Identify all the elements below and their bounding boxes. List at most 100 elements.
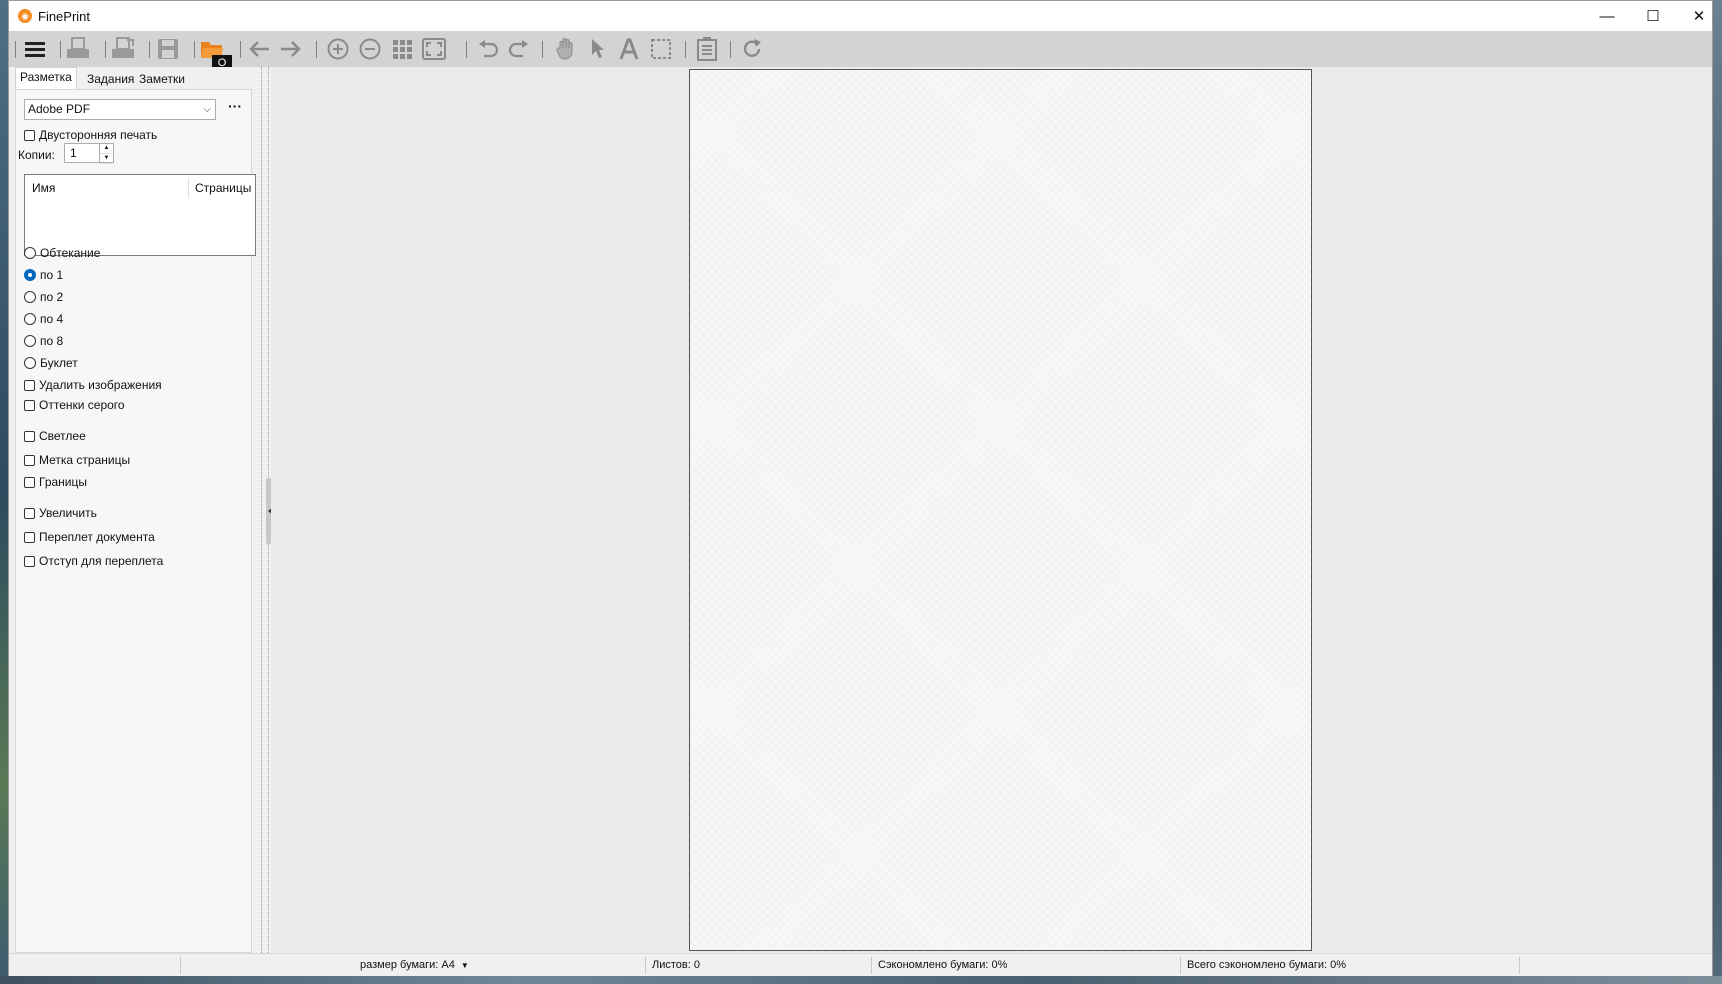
copies-input[interactable]: 1 ▲ ▼ bbox=[64, 143, 114, 164]
undo-icon[interactable] bbox=[476, 35, 502, 63]
app-window: ◉ FinePrint — ☐ ✕ O Разметка Задания Зам… bbox=[8, 0, 1713, 976]
enlarge-option[interactable]: Увеличить bbox=[24, 504, 97, 522]
notes-icon[interactable] bbox=[694, 35, 720, 63]
grayscale-label: Оттенки серого bbox=[39, 398, 125, 412]
printer-dropdown[interactable]: Adobe PDF ⌵ bbox=[24, 99, 216, 120]
arrow-right-icon[interactable] bbox=[278, 35, 304, 63]
layout-option[interactable]: по 2 bbox=[24, 288, 63, 306]
remove-images-checkbox[interactable] bbox=[24, 379, 35, 391]
hand-icon[interactable] bbox=[553, 35, 579, 63]
borders-option[interactable]: Границы bbox=[24, 473, 87, 491]
layout-option[interactable]: Буклет bbox=[24, 354, 78, 372]
printer-properties-button[interactable]: ··· bbox=[226, 99, 244, 119]
layout-tab-content: Adobe PDF ⌵ ··· Двусторонняя печать Копи… bbox=[15, 89, 256, 953]
fit-page-icon[interactable] bbox=[421, 35, 447, 63]
layout-option[interactable]: по 4 bbox=[24, 310, 63, 328]
binding-margin-option[interactable]: Отступ для переплета bbox=[24, 552, 163, 570]
grid-icon[interactable] bbox=[389, 35, 415, 63]
window-title: FinePrint bbox=[38, 9, 91, 24]
page-mark-option[interactable]: Метка страницы bbox=[24, 451, 130, 469]
spin-up-icon[interactable]: ▲ bbox=[100, 144, 113, 154]
print-preview-icon[interactable] bbox=[110, 35, 136, 63]
copies-value: 1 bbox=[70, 146, 77, 160]
page-preview[interactable] bbox=[689, 69, 1312, 951]
enlarge-label: Увеличить bbox=[39, 506, 97, 520]
layout-radio[interactable] bbox=[24, 291, 36, 303]
layout-option-label: Буклет bbox=[40, 356, 78, 370]
layout-radio[interactable] bbox=[24, 335, 36, 347]
refresh-icon[interactable] bbox=[739, 35, 765, 63]
arrow-left-icon[interactable] bbox=[246, 35, 272, 63]
title-bar: ◉ FinePrint — ☐ ✕ bbox=[9, 1, 1712, 31]
printer-selected-value: Adobe PDF bbox=[28, 102, 91, 116]
desktop-background-right bbox=[1713, 0, 1722, 984]
binding-label: Переплет документа bbox=[39, 530, 155, 544]
layout-option-label: Обтекание bbox=[40, 246, 101, 260]
binding-margin-label: Отступ для переплета bbox=[39, 554, 164, 568]
desktop-background-left bbox=[0, 0, 8, 984]
lighter-checkbox[interactable] bbox=[24, 430, 35, 442]
page-mark-checkbox[interactable] bbox=[24, 454, 35, 466]
binding-option[interactable]: Переплет документа bbox=[24, 528, 155, 546]
spin-down-icon[interactable]: ▼ bbox=[100, 154, 113, 164]
sheets-count: Листов: 0 bbox=[652, 959, 700, 971]
duplex-label: Двусторонняя печать bbox=[39, 128, 158, 142]
select-rect-icon[interactable] bbox=[648, 35, 674, 63]
preview-area[interactable] bbox=[271, 67, 1712, 953]
paper-size-label: размер бумаги: A4 bbox=[360, 959, 455, 971]
tab-layout[interactable]: Разметка bbox=[15, 67, 77, 89]
grayscale-checkbox[interactable] bbox=[24, 399, 35, 411]
layout-radio[interactable] bbox=[24, 357, 36, 369]
borders-label: Границы bbox=[39, 475, 87, 489]
pointer-icon[interactable] bbox=[585, 35, 611, 63]
zoom-out-icon[interactable] bbox=[357, 35, 383, 63]
menu-icon[interactable] bbox=[22, 35, 48, 63]
paper-saved: Сэкономлено бумаги: 0% bbox=[878, 959, 1008, 971]
binding-margin-checkbox[interactable] bbox=[24, 555, 35, 567]
duplex-option[interactable]: Двусторонняя печать bbox=[24, 126, 157, 144]
close-button[interactable]: ✕ bbox=[1676, 1, 1722, 31]
layout-radio[interactable] bbox=[24, 247, 36, 259]
save-icon[interactable] bbox=[155, 35, 181, 63]
paper-size-dropdown[interactable]: размер бумаги: A4 ▼ bbox=[360, 954, 469, 976]
layout-radio[interactable] bbox=[24, 269, 36, 281]
settings-panel: Разметка Задания Заметки Adobe PDF ⌵ ···… bbox=[9, 67, 256, 953]
lighter-label: Светлее bbox=[39, 429, 86, 443]
layout-radio[interactable] bbox=[24, 313, 36, 325]
redo-icon[interactable] bbox=[505, 35, 531, 63]
borders-checkbox[interactable] bbox=[24, 476, 35, 488]
copies-stepper[interactable]: ▲ ▼ bbox=[99, 144, 113, 164]
tab-notes[interactable]: Заметки bbox=[134, 69, 190, 90]
remove-images-label: Удалить изображения bbox=[39, 378, 162, 392]
enlarge-checkbox[interactable] bbox=[24, 507, 35, 519]
maximize-button[interactable]: ☐ bbox=[1630, 1, 1676, 31]
copies-label: Копии: bbox=[18, 148, 55, 162]
chevron-down-icon: ⌵ bbox=[203, 104, 211, 115]
layout-option-label: по 1 bbox=[40, 268, 64, 282]
layout-option[interactable]: Обтекание bbox=[24, 244, 100, 262]
status-bar: размер бумаги: A4 ▼ Листов: 0 Сэкономлен… bbox=[9, 953, 1712, 976]
printer-icon[interactable] bbox=[65, 35, 91, 63]
layout-option[interactable]: по 8 bbox=[24, 332, 63, 350]
zoom-in-icon[interactable] bbox=[325, 35, 351, 63]
layout-option-label: по 8 bbox=[40, 334, 64, 348]
text-icon[interactable] bbox=[616, 35, 642, 63]
caret-down-icon: ▼ bbox=[460, 961, 469, 970]
column-name-header[interactable]: Имя bbox=[32, 181, 55, 195]
minimize-button[interactable]: — bbox=[1584, 1, 1630, 31]
tab-jobs[interactable]: Задания bbox=[82, 69, 139, 90]
page-mark-label: Метка страницы bbox=[39, 453, 131, 467]
list-header: Имя Страницы bbox=[25, 175, 255, 199]
desktop-background-bottom bbox=[0, 976, 1722, 984]
binding-checkbox[interactable] bbox=[24, 531, 35, 543]
lighter-option[interactable]: Светлее bbox=[24, 427, 86, 445]
layout-option[interactable]: по 1 bbox=[24, 266, 63, 284]
fineprint-logo-icon: ◉ bbox=[18, 9, 32, 23]
layout-option-label: по 2 bbox=[40, 290, 64, 304]
duplex-checkbox[interactable] bbox=[24, 129, 35, 141]
column-pages-header[interactable]: Страницы bbox=[195, 181, 251, 195]
remove-images-option[interactable]: Удалить изображения bbox=[24, 376, 162, 394]
grayscale-option[interactable]: Оттенки серого bbox=[24, 396, 125, 414]
layout-option-label: по 4 bbox=[40, 312, 64, 326]
total-paper-saved: Всего сэкономлено бумаги: 0% bbox=[1187, 959, 1347, 971]
